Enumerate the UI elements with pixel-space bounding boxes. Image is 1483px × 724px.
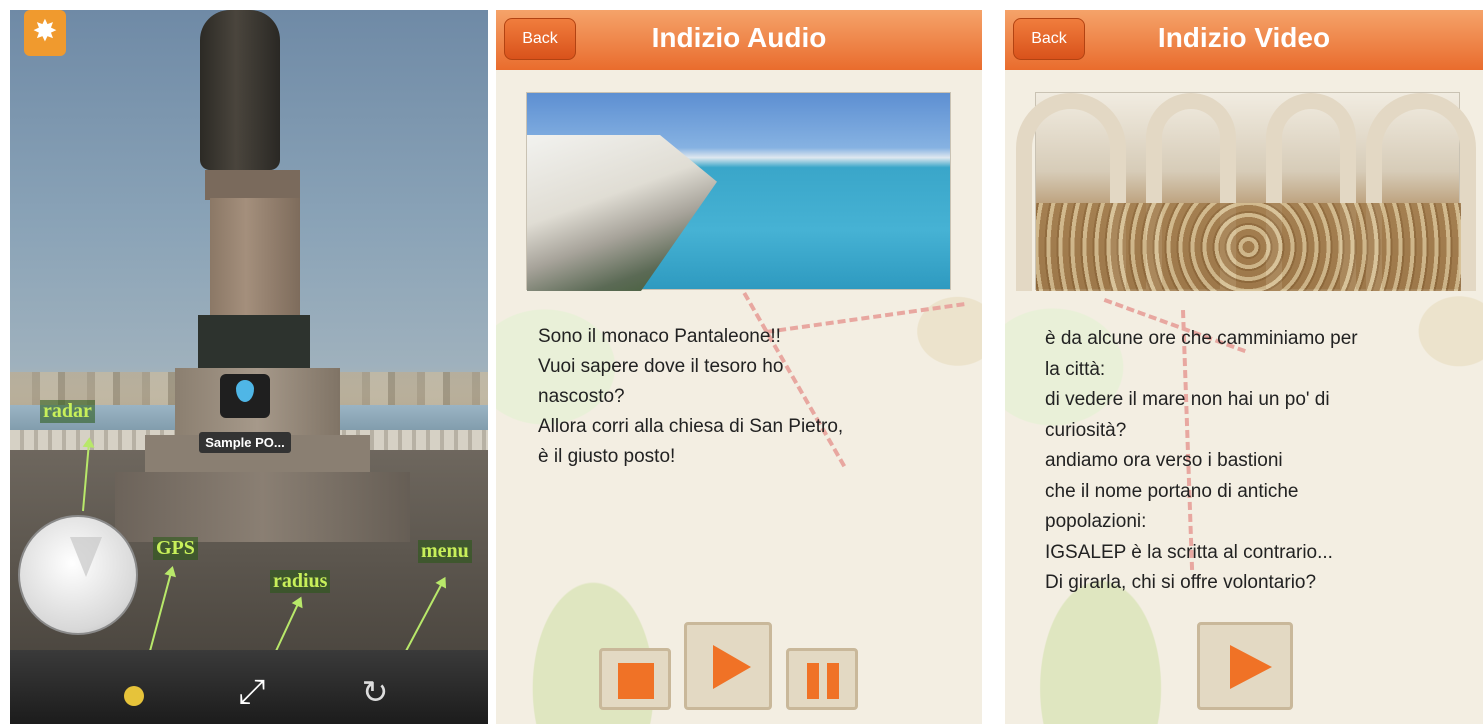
poi-marker[interactable]: Sample PO... bbox=[190, 374, 300, 464]
pause-button[interactable] bbox=[786, 648, 858, 710]
pause-icon bbox=[807, 663, 819, 699]
play-button[interactable] bbox=[684, 622, 772, 710]
pedestal bbox=[210, 198, 300, 318]
radius-resize-icon[interactable]: ⤢ bbox=[232, 672, 272, 712]
clue-line: Di girarla, chi si offre volontario? bbox=[1045, 572, 1317, 593]
app-logo-icon[interactable]: ✸ bbox=[24, 10, 66, 56]
refresh-icon[interactable]: ↻ bbox=[355, 672, 395, 712]
back-button[interactable]: Back bbox=[1013, 18, 1085, 60]
clue-line: Vuoi sapere dove il tesoro ho bbox=[538, 356, 784, 377]
poi-label: Sample PO... bbox=[199, 432, 291, 453]
clue-photo-coast bbox=[526, 92, 951, 291]
audio-clue-screen: Indizio Audio Back Sono il monaco Pantal… bbox=[496, 10, 982, 724]
clue-line: popolazioni: bbox=[1045, 511, 1147, 532]
clue-line: andiamo ora verso i bastioni bbox=[1045, 450, 1283, 471]
gps-dot-icon[interactable] bbox=[124, 686, 144, 706]
photo-cliff bbox=[527, 135, 717, 291]
video-clue-screen: Indizio Video Back è da alcune ore che c… bbox=[1005, 10, 1483, 724]
stop-button[interactable] bbox=[599, 648, 671, 710]
ar-toolbar: ⤢ ↻ bbox=[10, 650, 488, 724]
photo-mosaic-floor bbox=[1036, 203, 1461, 291]
play-icon bbox=[1230, 645, 1272, 689]
nav-bar: Indizio Audio Back bbox=[496, 10, 982, 70]
clue-line: che il nome portano di antiche bbox=[1045, 480, 1299, 502]
clue-line: nascosto? bbox=[538, 386, 625, 407]
annotation-menu: menu bbox=[418, 540, 472, 563]
ar-camera-view: ✸ Sample PO... radar GPS radius menu ⤢ ↻ bbox=[10, 10, 488, 724]
pedestal-top bbox=[205, 170, 300, 200]
clue-line: curiosità? bbox=[1045, 419, 1127, 441]
clue-line: IGSALEP è la scritta al contrario... bbox=[1045, 541, 1333, 563]
stop-icon bbox=[618, 663, 654, 699]
radar-view-cone-icon bbox=[70, 537, 102, 577]
clue-line: Allora corri alla chiesa di San Pietro, bbox=[538, 416, 844, 437]
radar-widget[interactable] bbox=[18, 515, 138, 635]
screenshot-stage: ✸ Sample PO... radar GPS radius menu ⤢ ↻… bbox=[0, 0, 1483, 724]
nav-bar: Indizio Video Back bbox=[1005, 10, 1483, 70]
annotation-radius: radius bbox=[270, 570, 331, 593]
monument-step-lower bbox=[115, 472, 410, 542]
play-button[interactable] bbox=[1197, 622, 1293, 710]
annotation-gps: GPS bbox=[153, 537, 198, 560]
clue-line: Sono il monaco Pantaleone!! bbox=[538, 326, 781, 347]
clue-photo-crypt bbox=[1016, 92, 1476, 291]
back-button[interactable]: Back bbox=[504, 18, 576, 60]
clue-line: di vedere il mare non hai un po' di bbox=[1045, 389, 1330, 410]
clue-text: Sono il monaco Pantaleone!! Vuoi sapere … bbox=[538, 322, 843, 472]
clue-line: è il giusto posto! bbox=[538, 446, 676, 467]
map-pin-icon bbox=[220, 374, 270, 418]
clue-text: è da alcune ore che camminiamo per la ci… bbox=[1045, 324, 1358, 599]
annotation-radar: radar bbox=[40, 400, 95, 423]
statue bbox=[200, 10, 280, 170]
clue-line: la città: bbox=[1045, 358, 1106, 380]
clue-line: è da alcune ore che camminiamo per bbox=[1045, 328, 1358, 349]
pedestal-plinth bbox=[198, 315, 310, 370]
play-icon bbox=[713, 645, 751, 689]
